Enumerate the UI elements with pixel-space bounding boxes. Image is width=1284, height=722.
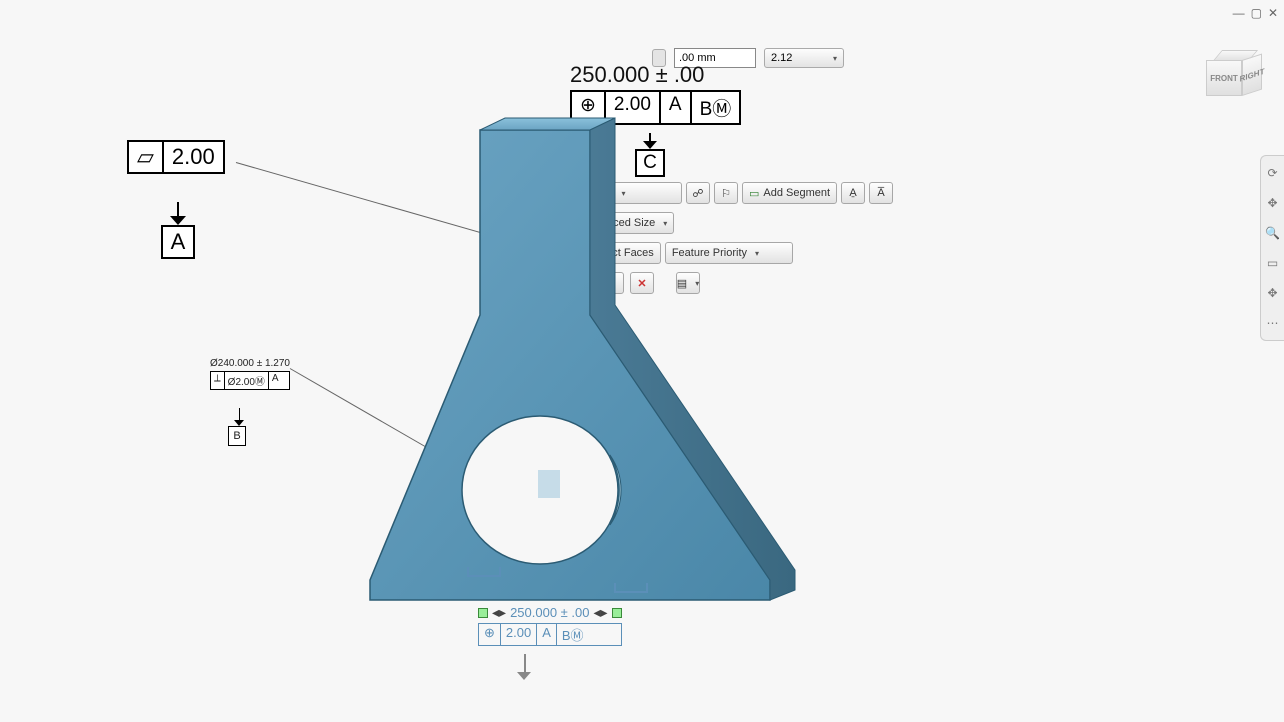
active-dim-value: 250.000 ± .00	[510, 605, 589, 620]
fcf-datum-b: BⓂ	[557, 624, 589, 645]
datum-a[interactable]: A	[161, 202, 195, 259]
datum-triangle-icon	[170, 216, 186, 225]
arrow-right-icon: ◂▸	[593, 604, 607, 621]
viewcube[interactable]: FRONT RIGHT	[1202, 52, 1264, 100]
flatness-tol: 2.00	[164, 142, 223, 172]
active-dimension[interactable]: ◂▸ 250.000 ± .00 ◂▸ ⊕ 2.00 A BⓂ	[478, 604, 622, 646]
minimize-button[interactable]: —	[1233, 6, 1245, 20]
close-button[interactable]: ✕	[1268, 6, 1278, 20]
zoom-icon[interactable]: 🔍	[1264, 224, 1282, 242]
pan-icon[interactable]: ✥	[1264, 194, 1282, 212]
right-view-toolbar: ⟳ ✥ 🔍 ▭ ✥ ⋯	[1260, 155, 1284, 341]
extension-line	[467, 567, 501, 577]
datum-b[interactable]: B	[228, 408, 250, 446]
arrow-left-icon: ◂▸	[492, 604, 506, 621]
datum-leader	[177, 202, 179, 216]
version-dropdown[interactable]: 2.12	[764, 48, 844, 68]
fcf-position-icon: ⊕	[479, 624, 501, 645]
diameter-dim: Ø240.000 ± 1.270	[210, 358, 290, 369]
viewcube-right[interactable]: RIGHT	[1242, 54, 1262, 96]
diameter-block[interactable]: Ø240.000 ± 1.270 ⟂ Ø2.00Ⓜ A B	[210, 358, 290, 446]
datum-label: B	[228, 426, 246, 446]
fcf-tol: 2.00	[501, 624, 537, 645]
orbit-icon[interactable]: ⟳	[1264, 164, 1282, 182]
drag-handle[interactable]	[478, 608, 488, 618]
main-dimension: 250.000 ± .00	[570, 62, 704, 88]
datum-label: A	[161, 225, 195, 259]
datum-triangle-icon	[517, 672, 531, 680]
datum-leader	[524, 654, 526, 674]
datum-leader	[239, 408, 240, 420]
fcf-datum-a: A	[537, 624, 557, 645]
maximize-button[interactable]: ▢	[1251, 6, 1262, 20]
flatness-block[interactable]: ▱ 2.00 A	[127, 140, 225, 259]
model-viewport[interactable]	[280, 100, 840, 640]
active-fcf[interactable]: ⊕ 2.00 A BⓂ	[478, 623, 622, 646]
text-style-b-icon[interactable]: A̅	[869, 182, 893, 204]
extension-line	[614, 583, 648, 593]
diameter-tol: Ø2.00Ⓜ	[225, 372, 269, 389]
text-style-a-icon[interactable]: A̱	[841, 182, 865, 204]
drag-handle[interactable]	[612, 608, 622, 618]
perpendicularity-icon: ⟂	[211, 372, 225, 389]
flatness-icon: ▱	[129, 142, 164, 172]
more-icon[interactable]: ⋯	[1264, 314, 1282, 332]
move-icon[interactable]: ✥	[1264, 284, 1282, 302]
viewcube-front[interactable]: FRONT	[1206, 60, 1242, 96]
fit-icon[interactable]: ▭	[1264, 254, 1282, 272]
version-value: 2.12	[771, 52, 792, 64]
